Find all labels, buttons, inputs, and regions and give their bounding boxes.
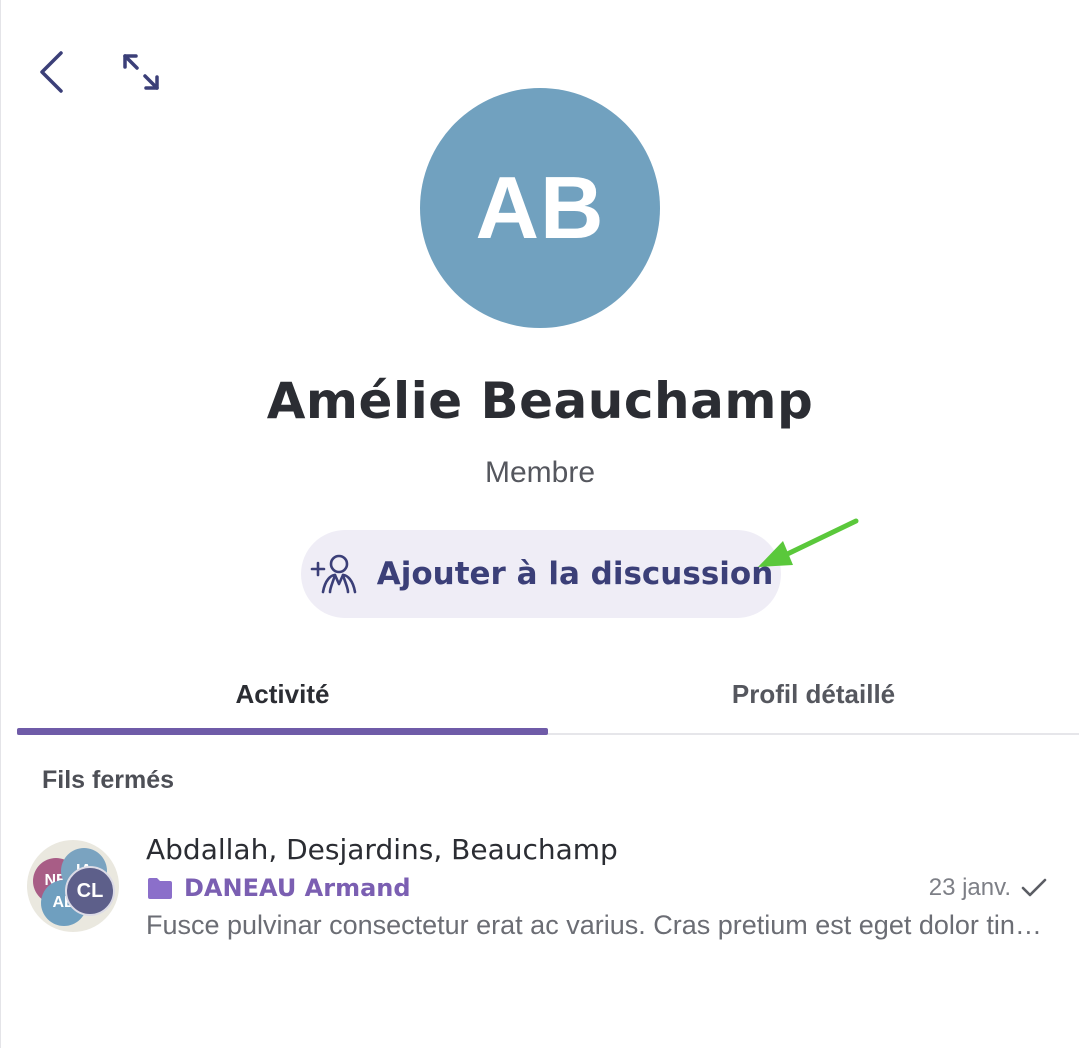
thread-title: Abdallah, Desjardins, Beauchamp (146, 833, 618, 866)
group-avatar: NB IA AB CL (27, 840, 119, 932)
folder-name: DANEAU Armand (184, 874, 411, 902)
profile-name: Amélie Beauchamp (266, 372, 814, 430)
add-to-discussion-button[interactable]: Ajouter à la discussion (301, 530, 781, 618)
add-to-discussion-label: Ajouter à la discussion (376, 556, 774, 592)
thread-preview: Fusce pulvinar consectetur erat ac variu… (146, 910, 1046, 940)
thread-date: 23 janv. (928, 874, 1011, 901)
tab-detailed-profile[interactable]: Profil détaillé (548, 655, 1079, 733)
back-button[interactable] (31, 46, 71, 98)
avatar: CL (65, 866, 115, 916)
chevron-left-icon (40, 51, 63, 93)
folder-icon (148, 878, 172, 899)
profile-avatar: AB (420, 88, 660, 328)
expand-arrows-icon (123, 54, 159, 90)
thread-folder: DANEAU Armand (146, 874, 411, 902)
checkmark-icon (1021, 878, 1047, 897)
avatar-initials: AB (475, 158, 605, 257)
profile-panel: AB Amélie Beauchamp Membre Ajouter à la … (0, 0, 1079, 1048)
profile-tabs: Activité Profil détaillé (17, 655, 1079, 735)
expand-button[interactable] (115, 46, 167, 98)
add-person-icon (310, 554, 357, 594)
thread-item[interactable]: NB IA AB CL Abdallah, Desjardins, Beauch… (23, 830, 1063, 950)
green-pointer-arrow-icon (758, 518, 859, 567)
closed-threads-heading: Fils fermés (42, 766, 175, 794)
avatar-initials: CL (76, 879, 104, 902)
thread-meta: 23 janv. (929, 874, 1047, 902)
tab-activity[interactable]: Activité (17, 655, 548, 735)
profile-role: Membre (484, 456, 596, 489)
